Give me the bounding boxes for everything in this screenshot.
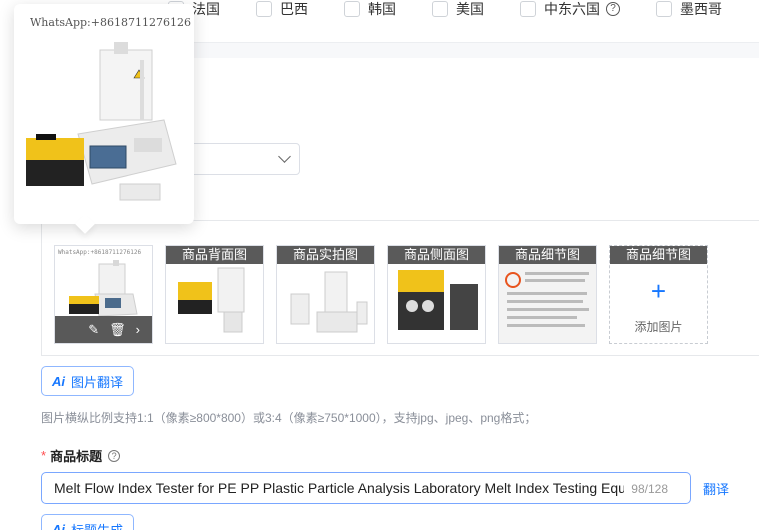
- chevron-down-icon: [278, 150, 291, 163]
- checkbox-box[interactable]: [256, 1, 272, 17]
- image-caption: 商品细节图: [499, 246, 596, 264]
- trash-icon[interactable]: 🗑: [109, 322, 126, 338]
- checkbox-label: 巴西: [280, 1, 308, 17]
- checkbox-label: 法国: [192, 1, 220, 17]
- checkbox-label: 中东六国: [544, 1, 600, 17]
- checkbox-label: 美国: [456, 1, 484, 17]
- image-translate-button[interactable]: Ai 图片翻译: [41, 366, 135, 396]
- button-label: 图片翻译: [71, 374, 124, 390]
- title-field-label: * 商品标题 ?: [41, 446, 121, 465]
- image-slot-back[interactable]: 商品背面图: [165, 245, 264, 344]
- add-image-slot[interactable]: 商品细节图 + 添加图片: [609, 245, 708, 344]
- image-watermark: WhatsApp:+8618711276126: [30, 16, 191, 29]
- product-image: [290, 271, 368, 333]
- product-title-input[interactable]: Melt Flow Index Tester for PE PP Plastic…: [41, 472, 691, 504]
- title-generate-button[interactable]: Ai 标题生成: [41, 514, 135, 530]
- image-preview-popover: WhatsApp:+8618711276126: [14, 4, 194, 234]
- checkbox-box[interactable]: [520, 1, 536, 17]
- checkbox-usa[interactable]: 美国: [432, 0, 484, 18]
- label-text: 商品标题: [50, 449, 103, 464]
- image-caption: 商品侧面图: [388, 246, 485, 264]
- checkbox-box[interactable]: [344, 1, 360, 17]
- add-image-label: 添加图片: [634, 320, 683, 334]
- image-caption: 商品背面图: [166, 246, 263, 264]
- product-image: [499, 264, 596, 343]
- title-value[interactable]: Melt Flow Index Tester for PE PP Plastic…: [54, 480, 624, 496]
- plus-icon: +: [650, 276, 667, 306]
- checkbox-korea[interactable]: 韩国: [344, 0, 396, 18]
- dropdown-select[interactable]: [178, 143, 300, 175]
- image-format-hint: 图片横纵比例支持1:1（像素≥800*800）或3:4（像素≥750*1000）…: [41, 411, 537, 425]
- checkbox-box[interactable]: [656, 1, 672, 17]
- product-image: [398, 270, 478, 330]
- image-slot-detail[interactable]: 商品细节图: [498, 245, 597, 344]
- checkbox-box[interactable]: [432, 1, 448, 17]
- char-count: 98/128: [631, 482, 668, 496]
- image-slot-side[interactable]: 商品侧面图: [387, 245, 486, 344]
- image-caption: 商品细节图: [610, 246, 707, 264]
- main-image-thumb[interactable]: WhatsApp:+8618711276126 ✎ 🗑 ›: [54, 245, 153, 344]
- required-mark: *: [41, 448, 47, 463]
- checkbox-label: 韩国: [368, 1, 396, 17]
- ai-icon: Ai: [52, 521, 65, 530]
- question-circle-icon[interactable]: ?: [108, 449, 121, 462]
- thumb-action-bar: ✎ 🗑 ›: [55, 316, 152, 343]
- question-circle-icon[interactable]: ?: [606, 2, 620, 16]
- image-slot-real[interactable]: 商品实拍图: [276, 245, 375, 344]
- checkbox-middle-east[interactable]: 中东六国 ?: [520, 0, 620, 18]
- checkbox-mexico[interactable]: 墨西哥: [656, 0, 722, 18]
- product-preview-image: [26, 42, 177, 201]
- checkbox-label: 墨西哥: [680, 1, 722, 17]
- edit-icon[interactable]: ✎: [88, 322, 99, 338]
- ai-icon: Ai: [52, 373, 65, 389]
- translate-link[interactable]: 翻译: [703, 479, 729, 498]
- button-label: 标题生成: [71, 522, 124, 530]
- product-image: [178, 267, 245, 333]
- image-caption: 商品实拍图: [277, 246, 374, 264]
- checkbox-brazil[interactable]: 巴西: [256, 0, 308, 18]
- chevron-right-icon[interactable]: ›: [136, 322, 140, 337]
